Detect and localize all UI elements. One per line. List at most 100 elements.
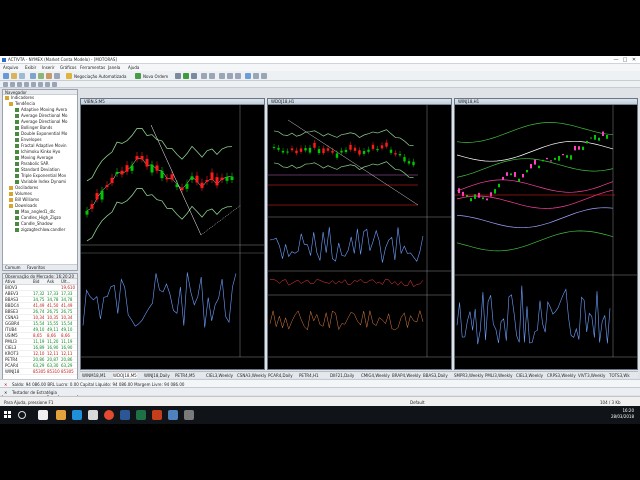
column-header-bid[interactable]: Bid (33, 279, 39, 284)
chart-tab[interactable]: DIIF21,Daily (330, 373, 354, 378)
powerpoint-icon[interactable] (152, 410, 162, 420)
column-header-symbol[interactable]: Ativo (5, 279, 15, 284)
chart-tab[interactable]: WDOJ18,M5 (113, 373, 137, 378)
tab-favoritos[interactable]: Favoritos (27, 265, 45, 270)
chart-tab[interactable]: WINJ18,Daily (144, 373, 170, 378)
menu-inserir[interactable]: Inserir (42, 65, 55, 70)
candle-body (490, 192, 492, 197)
chrome-icon[interactable] (104, 410, 114, 420)
chart-tab[interactable]: WINM18,M1 (82, 373, 106, 378)
chart-window-1[interactable]: VIBN,S:M5 (80, 98, 265, 370)
vertical-line-icon[interactable] (17, 82, 22, 87)
candle-body (558, 156, 560, 161)
word-icon[interactable] (120, 410, 130, 420)
new-chart-icon[interactable] (3, 73, 9, 79)
autoscroll-icon[interactable] (227, 73, 233, 79)
chart-tab[interactable]: BBAS3,Daily (423, 373, 448, 378)
excel-icon[interactable] (136, 410, 146, 420)
periods-icon[interactable] (253, 73, 259, 79)
bar-chart-icon[interactable] (175, 73, 181, 79)
menu-exibir[interactable]: Exibir (25, 65, 36, 70)
market-watch-icon[interactable] (30, 73, 36, 79)
close-button[interactable]: ✕ (630, 57, 638, 63)
minimize-button[interactable]: — (612, 57, 620, 63)
trendline-icon[interactable] (31, 82, 36, 87)
chart-2-canvas[interactable] (268, 105, 451, 369)
chart-window-3[interactable]: WINJ18,H1 (454, 98, 638, 370)
column-header-ask[interactable]: Ask (47, 279, 54, 284)
candle-body (380, 145, 384, 149)
candlestick-icon[interactable] (183, 73, 189, 79)
edge-icon[interactable] (72, 410, 82, 420)
navigator-tabs: Comum Favoritos (3, 264, 77, 270)
column-header-last[interactable]: Últ... (61, 279, 70, 284)
quote-ask: 26,75 (47, 309, 59, 314)
status-help-text: Para Ajuda, pressione F1 (4, 400, 54, 405)
strategy-tester-label[interactable]: Testador de Estratégia (12, 390, 57, 395)
auto-trading-icon[interactable] (66, 73, 72, 79)
tab-comum[interactable]: Comum (5, 265, 21, 270)
candle-body (570, 155, 572, 160)
chart-tab[interactable]: BRAP4,Weekly (392, 373, 421, 378)
profiles-icon[interactable] (19, 73, 25, 79)
horizontal-line-icon[interactable] (24, 82, 29, 87)
quote-row[interactable]: WINJ18 85305 85310 85305 (3, 369, 77, 375)
chart-tab[interactable]: CRPS3,Weekly (547, 373, 576, 378)
menu-ajuda[interactable]: Ajuda (128, 65, 139, 70)
chart-tab[interactable]: CIEL3,Weekly (516, 373, 543, 378)
chart-3-canvas[interactable] (455, 105, 637, 369)
indicator-icon (15, 132, 19, 136)
fibonacci-icon[interactable] (45, 82, 50, 87)
chart-tab[interactable]: CIEL3,Weekly (206, 373, 233, 378)
tile-windows-icon[interactable] (219, 73, 225, 79)
auto-trading-button[interactable]: Negociação Automatizada (74, 74, 126, 79)
menu-ferramentas[interactable]: Ferramentas (80, 65, 105, 70)
maximize-button[interactable]: □ (621, 57, 629, 63)
quote-last: 34,78 (61, 297, 73, 302)
app-icon-generic[interactable] (184, 410, 194, 420)
chart-shift-icon[interactable] (235, 73, 241, 79)
trading-platform-icon[interactable] (168, 410, 178, 420)
task-view-icon[interactable] (38, 410, 48, 420)
chart-tab[interactable]: PETR4,H1 (299, 373, 319, 378)
channel-icon[interactable] (38, 82, 43, 87)
file-explorer-icon[interactable] (56, 410, 66, 420)
chart-tab[interactable]: PCAR4,Daily (268, 373, 293, 378)
navigator-icon[interactable] (38, 73, 44, 79)
quote-ask: 10,35 (47, 315, 59, 320)
menu-graficos[interactable]: Gráficos (60, 65, 76, 70)
text-icon[interactable] (52, 82, 57, 87)
line-chart-icon[interactable] (191, 73, 197, 79)
chart-tab[interactable]: PETR4,M5 (175, 373, 195, 378)
menu-arquivo[interactable]: Arquivo (3, 65, 18, 70)
crosshair-icon[interactable] (10, 82, 15, 87)
chart-tab[interactable]: VIVT3,Weekly (578, 373, 605, 378)
quote-bid: 34,75 (33, 297, 45, 302)
candle-body (145, 158, 149, 167)
chart-tab[interactable]: CSNA3,Weekly (237, 373, 266, 378)
open-icon[interactable] (11, 73, 17, 79)
chart-tab[interactable]: TOTS3,Wk (609, 373, 630, 378)
chart-tab[interactable]: CMIG4,Weekly (361, 373, 390, 378)
close-tester-icon[interactable]: ✕ (4, 390, 7, 395)
new-order-button[interactable]: Nova Ordem (143, 74, 168, 79)
store-icon[interactable] (88, 410, 98, 420)
search-icon[interactable] (18, 411, 26, 419)
menu-janela[interactable]: Janela (108, 65, 120, 70)
zoom-out-icon[interactable] (209, 73, 215, 79)
chart-window-2[interactable]: WDOJ18,H1 (267, 98, 452, 370)
indicators-icon[interactable] (245, 73, 251, 79)
tester-icon[interactable] (54, 73, 60, 79)
system-clock[interactable]: 16:20 28/03/2018 (611, 408, 634, 420)
chart-tab[interactable]: PMLI3,Weekly (485, 373, 513, 378)
cursor-icon[interactable] (3, 82, 8, 87)
chart-tab[interactable]: SMPR3,Weekly (454, 373, 483, 378)
templates-icon[interactable] (261, 73, 267, 79)
candle-body (281, 150, 285, 153)
windows-start-icon[interactable] (4, 411, 12, 419)
chart-1-canvas[interactable] (81, 105, 264, 369)
zoom-in-icon[interactable] (201, 73, 207, 79)
toolbox-icon[interactable] (46, 73, 52, 79)
navigator-item[interactable]: zigzagtechlow.candler (3, 227, 77, 233)
new-order-icon[interactable] (135, 73, 141, 79)
